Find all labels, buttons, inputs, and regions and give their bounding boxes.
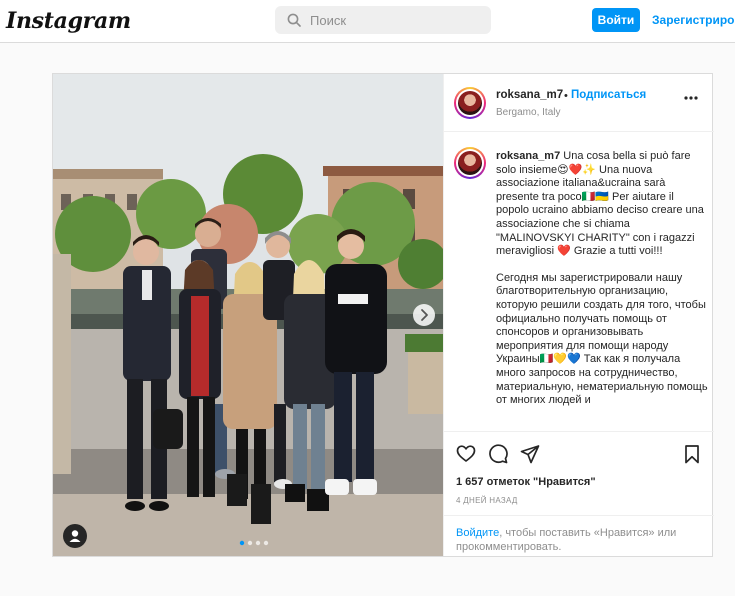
separator-dot: • (564, 90, 568, 102)
login-prompt-link[interactable]: Войдите (456, 527, 499, 539)
post-username[interactable]: roksana_m7 (496, 89, 563, 101)
post-caption: roksana_m7 Una cosa bella si può fare so… (496, 150, 708, 424)
more-options-icon[interactable] (684, 96, 698, 100)
signup-link[interactable]: Зарегистрироваться (652, 13, 735, 27)
post-actions: 1 657 отметок "Нравится" 4 ДНЕЙ НАЗАД Во… (444, 431, 714, 556)
follow-button[interactable]: Подписаться (571, 89, 646, 101)
likes-count[interactable]: 1 657 отметок "Нравится" (456, 476, 596, 488)
post-card: roksana_m7 • Подписаться Bergamo, Italy … (52, 73, 714, 557)
bookmark-icon[interactable] (682, 444, 702, 464)
post-details: roksana_m7 • Подписаться Bergamo, Italy … (443, 74, 714, 556)
comment-icon[interactable] (488, 444, 508, 464)
login-prompt: Войдите, чтобы поставить «Нравится» или … (444, 515, 714, 557)
login-button[interactable]: Войти (592, 8, 640, 32)
instagram-logo[interactable]: Instagram (6, 8, 131, 34)
caption-username[interactable]: roksana_m7 (496, 150, 560, 162)
heart-icon[interactable] (456, 444, 476, 464)
user-tag-icon (69, 530, 81, 542)
carousel-indicator (239, 540, 269, 546)
next-photo-button[interactable] (413, 304, 435, 326)
search-input[interactable]: Поиск (275, 6, 491, 34)
group-photo-image (53, 74, 443, 556)
tagged-users-button[interactable] (63, 524, 87, 548)
share-icon[interactable] (520, 444, 540, 464)
caption-avatar[interactable] (454, 147, 486, 179)
search-icon (287, 13, 301, 27)
chevron-right-icon (421, 309, 428, 321)
post-timestamp[interactable]: 4 ДНЕЙ НАЗАД (456, 496, 518, 505)
search-placeholder: Поиск (310, 13, 347, 28)
caption-text-russian: Сегодня мы зарегистрировали нашу благотв… (496, 271, 708, 407)
avatar[interactable] (454, 87, 486, 119)
post-photo[interactable] (53, 74, 443, 556)
post-header: roksana_m7 • Подписаться Bergamo, Italy (444, 74, 714, 132)
top-navigation: Instagram Поиск Войти Зарегистрироваться (0, 0, 735, 43)
post-location[interactable]: Bergamo, Italy (496, 107, 560, 118)
caption-text-italian: Una cosa bella si può fare solo insieme😍… (496, 150, 704, 258)
